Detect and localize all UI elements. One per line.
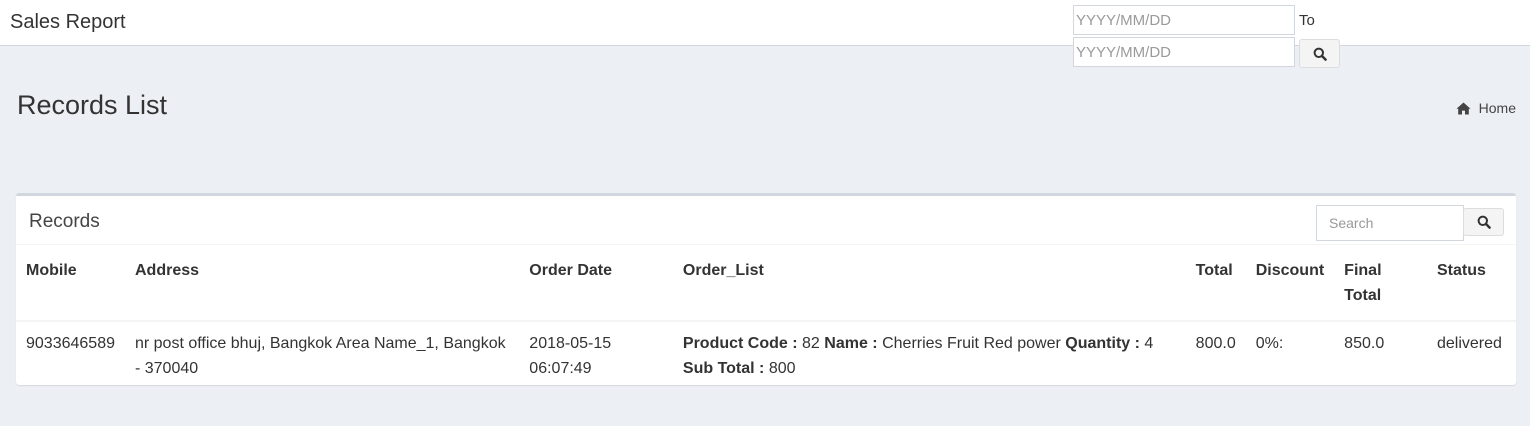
cell-status: delivered <box>1436 335 1502 352</box>
cell-mobile: 9033646589 <box>26 335 115 352</box>
search-icon <box>1313 47 1327 61</box>
column-header-discount: Discount <box>1245 248 1335 322</box>
cell-total: 800.0 <box>1195 335 1236 352</box>
table-header-row: Mobile Address Order Date Order_List Tot… <box>16 248 1516 322</box>
table-row: 9033646589 nr post office bhuj, Bangkok … <box>16 321 1516 391</box>
product-code-value: 82 <box>802 335 820 352</box>
page-title: Records List <box>17 90 168 120</box>
home-icon <box>1456 102 1471 114</box>
column-header-order-list: Order_List <box>672 248 1186 322</box>
records-table: Mobile Address Order Date Order_List Tot… <box>16 248 1516 391</box>
product-name-value: Cherries Fruit Red power <box>882 335 1061 352</box>
quantity-label: Quantity : <box>1065 335 1140 352</box>
column-header-total: Total <box>1185 248 1246 322</box>
subtotal-label: Sub Total : <box>682 360 765 377</box>
top-navbar: Sales Report To <box>0 0 1530 68</box>
date-from-input[interactable] <box>1073 5 1295 35</box>
to-label: To <box>1299 12 1315 29</box>
breadcrumb-home-link[interactable]: Home <box>1479 100 1516 116</box>
cell-order-date: 2018-05-15 06:07:49 <box>529 335 612 377</box>
records-search-input[interactable] <box>1316 205 1464 241</box>
column-header-mobile: Mobile <box>16 248 125 322</box>
column-header-address: Address <box>124 248 520 322</box>
subtotal-value: 800 <box>768 360 796 377</box>
records-panel: Records Mobile Address Order Date Order_… <box>16 193 1516 385</box>
cell-address: nr post office bhuj, Bangkok Area Name_1… <box>134 335 506 377</box>
cell-final-total: 850.0 <box>1344 335 1385 352</box>
column-header-order-date: Order Date <box>519 248 673 322</box>
product-name-label: Name : <box>824 335 878 352</box>
cell-order-list: Product Code : 82 Name : Cherries Fruit … <box>673 321 1186 391</box>
search-icon <box>1477 215 1491 229</box>
date-to-input[interactable] <box>1073 37 1295 67</box>
column-header-status: Status <box>1426 248 1516 322</box>
panel-divider <box>16 244 1516 245</box>
date-search-button[interactable] <box>1299 39 1340 68</box>
cell-discount: 0%: <box>1255 335 1284 352</box>
breadcrumb: Home <box>1456 100 1516 116</box>
column-header-final-total: Final Total <box>1334 248 1427 322</box>
quantity-value: 4 <box>1144 335 1154 352</box>
panel-title: Records <box>29 211 100 232</box>
app-title: Sales Report <box>10 11 126 33</box>
product-code-label: Product Code : <box>682 335 798 352</box>
records-search-button[interactable] <box>1463 208 1504 236</box>
